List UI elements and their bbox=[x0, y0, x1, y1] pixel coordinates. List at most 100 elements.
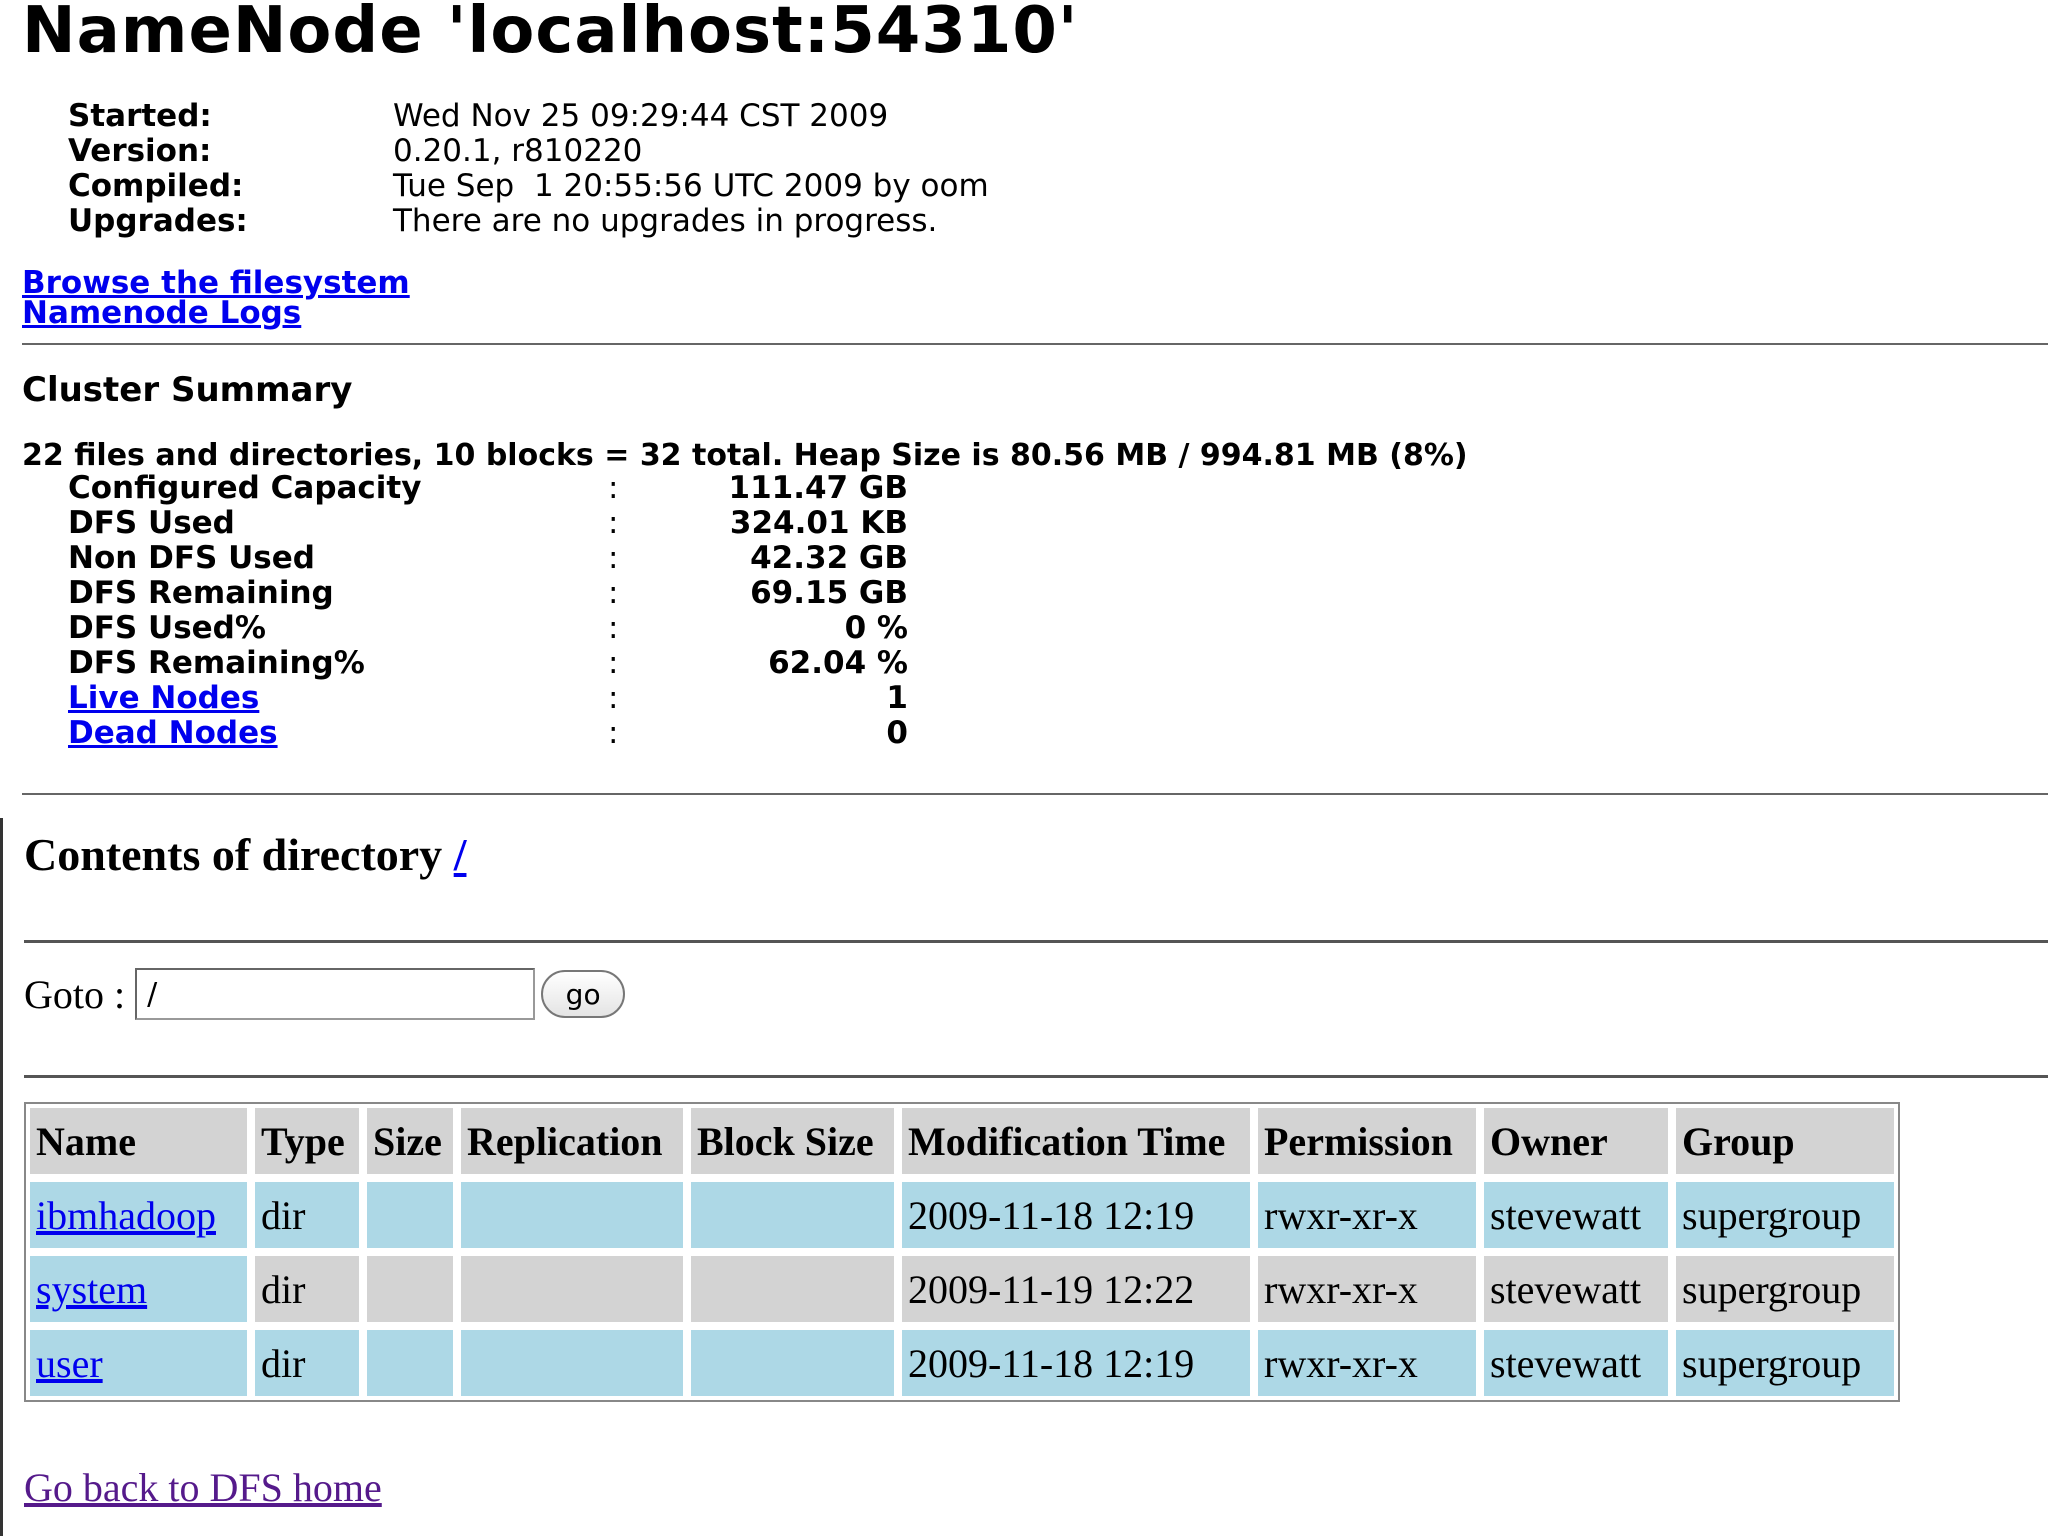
stat-value: 0 % bbox=[844, 609, 908, 646]
column-header-modification-time[interactable]: Modification Time bbox=[902, 1108, 1250, 1174]
stat-key-link: Live Nodes bbox=[68, 680, 608, 716]
stat-separator: : bbox=[608, 714, 619, 751]
info-row-compiled: Compiled: Tue Sep 1 20:55:56 UTC 2009 by… bbox=[68, 167, 989, 204]
column-header-permission[interactable]: Permission bbox=[1258, 1108, 1476, 1174]
directory-listing: Name Type Size Replication Block Size Mo… bbox=[24, 1102, 1900, 1402]
column-header-size[interactable]: Size bbox=[367, 1108, 453, 1174]
nav-links: Browse the filesystem Namenode Logs bbox=[22, 268, 410, 329]
stat-value: 62.04 % bbox=[768, 644, 908, 681]
cell-type: dir bbox=[255, 1256, 359, 1322]
cell-group: supergroup bbox=[1676, 1182, 1894, 1248]
stat-key-link: Dead Nodes bbox=[68, 715, 608, 751]
cell-modification-time: 2009-11-18 12:19 bbox=[902, 1330, 1250, 1396]
info-key: Upgrades: bbox=[68, 202, 248, 239]
root-path-link[interactable]: / bbox=[454, 829, 467, 880]
cell-owner: stevewatt bbox=[1484, 1256, 1668, 1322]
column-header-block-size[interactable]: Block Size bbox=[691, 1108, 894, 1174]
cell-block-size bbox=[691, 1256, 894, 1322]
cell-name: user bbox=[30, 1330, 247, 1396]
back-to-dfs-home-link[interactable]: Go back to DFS home bbox=[24, 1464, 382, 1511]
stat-value: 111.47 GB bbox=[728, 469, 909, 506]
goto-form: Goto : go bbox=[24, 968, 626, 1020]
cell-name: ibmhadoop bbox=[30, 1182, 247, 1248]
dead-nodes-link[interactable]: Dead Nodes bbox=[68, 715, 278, 751]
table-row: ibmhadoop dir 2009-11-18 12:19 rwxr-xr-x… bbox=[30, 1182, 1894, 1248]
cell-size bbox=[367, 1256, 453, 1322]
cell-permission: rwxr-xr-x bbox=[1258, 1330, 1476, 1396]
cell-block-size bbox=[691, 1182, 894, 1248]
info-value: There are no upgrades in progress. bbox=[393, 202, 938, 239]
dir-link-user[interactable]: user bbox=[36, 1341, 103, 1386]
stat-key: Configured Capacity bbox=[68, 469, 422, 506]
browse-filesystem-link[interactable]: Browse the filesystem bbox=[22, 268, 410, 299]
cell-name: system bbox=[30, 1256, 247, 1322]
stat-key: DFS Used% bbox=[68, 609, 266, 646]
stat-row: DFS Used% : 0 % bbox=[68, 609, 908, 646]
frame-border bbox=[0, 818, 3, 1536]
stat-value: 69.15 GB bbox=[750, 574, 908, 611]
cell-group: supergroup bbox=[1676, 1330, 1894, 1396]
divider bbox=[22, 343, 2048, 345]
stat-separator: : bbox=[608, 644, 619, 681]
stat-row: Non DFS Used : 42.32 GB bbox=[68, 539, 908, 576]
stat-separator: : bbox=[608, 574, 619, 611]
stat-row: DFS Remaining : 69.15 GB bbox=[68, 574, 908, 611]
stat-key: DFS Used bbox=[68, 504, 235, 541]
cell-permission: rwxr-xr-x bbox=[1258, 1256, 1476, 1322]
cell-size bbox=[367, 1182, 453, 1248]
divider bbox=[24, 1075, 2048, 1078]
stat-row: Configured Capacity : 111.47 GB bbox=[68, 469, 909, 506]
stat-key: DFS Remaining% bbox=[68, 644, 365, 681]
cell-size bbox=[367, 1330, 453, 1396]
stat-row: Live Nodes : 1 bbox=[68, 679, 908, 716]
cell-replication bbox=[461, 1256, 683, 1322]
cell-type: dir bbox=[255, 1330, 359, 1396]
stat-separator: : bbox=[608, 609, 619, 646]
cell-replication bbox=[461, 1330, 683, 1396]
stat-value: 324.01 KB bbox=[729, 504, 908, 541]
table-row: system dir 2009-11-19 12:22 rwxr-xr-x st… bbox=[30, 1256, 1894, 1322]
column-header-name[interactable]: Name bbox=[30, 1108, 247, 1174]
divider bbox=[24, 940, 2048, 943]
cell-replication bbox=[461, 1182, 683, 1248]
stat-row: DFS Remaining% : 62.04 % bbox=[68, 644, 908, 681]
column-header-owner[interactable]: Owner bbox=[1484, 1108, 1668, 1174]
info-key: Version: bbox=[68, 132, 212, 169]
info-value: 0.20.1, r810220 bbox=[393, 132, 643, 169]
stat-value: 1 bbox=[886, 679, 908, 716]
namenode-logs-link[interactable]: Namenode Logs bbox=[22, 298, 410, 329]
goto-label: Goto : bbox=[24, 971, 126, 1017]
stat-row: Dead Nodes : 0 bbox=[68, 714, 908, 751]
stat-value: 42.32 GB bbox=[750, 539, 908, 576]
dir-link-system[interactable]: system bbox=[36, 1267, 147, 1312]
page-title: NameNode 'localhost:54310' bbox=[22, 0, 1079, 68]
column-header-replication[interactable]: Replication bbox=[461, 1108, 683, 1174]
column-header-group[interactable]: Group bbox=[1676, 1108, 1894, 1174]
live-nodes-link[interactable]: Live Nodes bbox=[68, 680, 259, 716]
info-value: Tue Sep 1 20:55:56 UTC 2009 by oom bbox=[393, 167, 989, 204]
stat-separator: : bbox=[608, 679, 619, 716]
stat-key: Non DFS Used bbox=[68, 539, 315, 576]
stat-row: DFS Used : 324.01 KB bbox=[68, 504, 908, 541]
directory-heading-text: Contents of directory bbox=[24, 829, 454, 880]
info-row-version: Version: 0.20.1, r810220 bbox=[68, 132, 989, 169]
stat-value: 0 bbox=[886, 714, 908, 751]
dir-link-ibmhadoop[interactable]: ibmhadoop bbox=[36, 1193, 216, 1238]
goto-input[interactable] bbox=[135, 968, 536, 1020]
column-header-type[interactable]: Type bbox=[255, 1108, 359, 1174]
table-row: user dir 2009-11-18 12:19 rwxr-xr-x stev… bbox=[30, 1330, 1894, 1396]
cluster-summary-title: Cluster Summary bbox=[22, 370, 353, 410]
cluster-stats: Configured Capacity : 111.47 GB DFS Used… bbox=[68, 469, 909, 751]
cell-permission: rwxr-xr-x bbox=[1258, 1182, 1476, 1248]
divider bbox=[22, 793, 2048, 795]
cluster-summary-line: 22 files and directories, 10 blocks = 32… bbox=[22, 438, 1468, 473]
info-row-upgrades: Upgrades: There are no upgrades in progr… bbox=[68, 202, 989, 239]
cell-modification-time: 2009-11-18 12:19 bbox=[902, 1182, 1250, 1248]
cell-modification-time: 2009-11-19 12:22 bbox=[902, 1256, 1250, 1322]
directory-heading: Contents of directory / bbox=[24, 828, 466, 881]
info-row-started: Started: Wed Nov 25 09:29:44 CST 2009 bbox=[68, 97, 989, 134]
cell-type: dir bbox=[255, 1182, 359, 1248]
info-value: Wed Nov 25 09:29:44 CST 2009 bbox=[393, 97, 889, 134]
go-button[interactable]: go bbox=[541, 970, 626, 1018]
stat-separator: : bbox=[608, 504, 619, 541]
